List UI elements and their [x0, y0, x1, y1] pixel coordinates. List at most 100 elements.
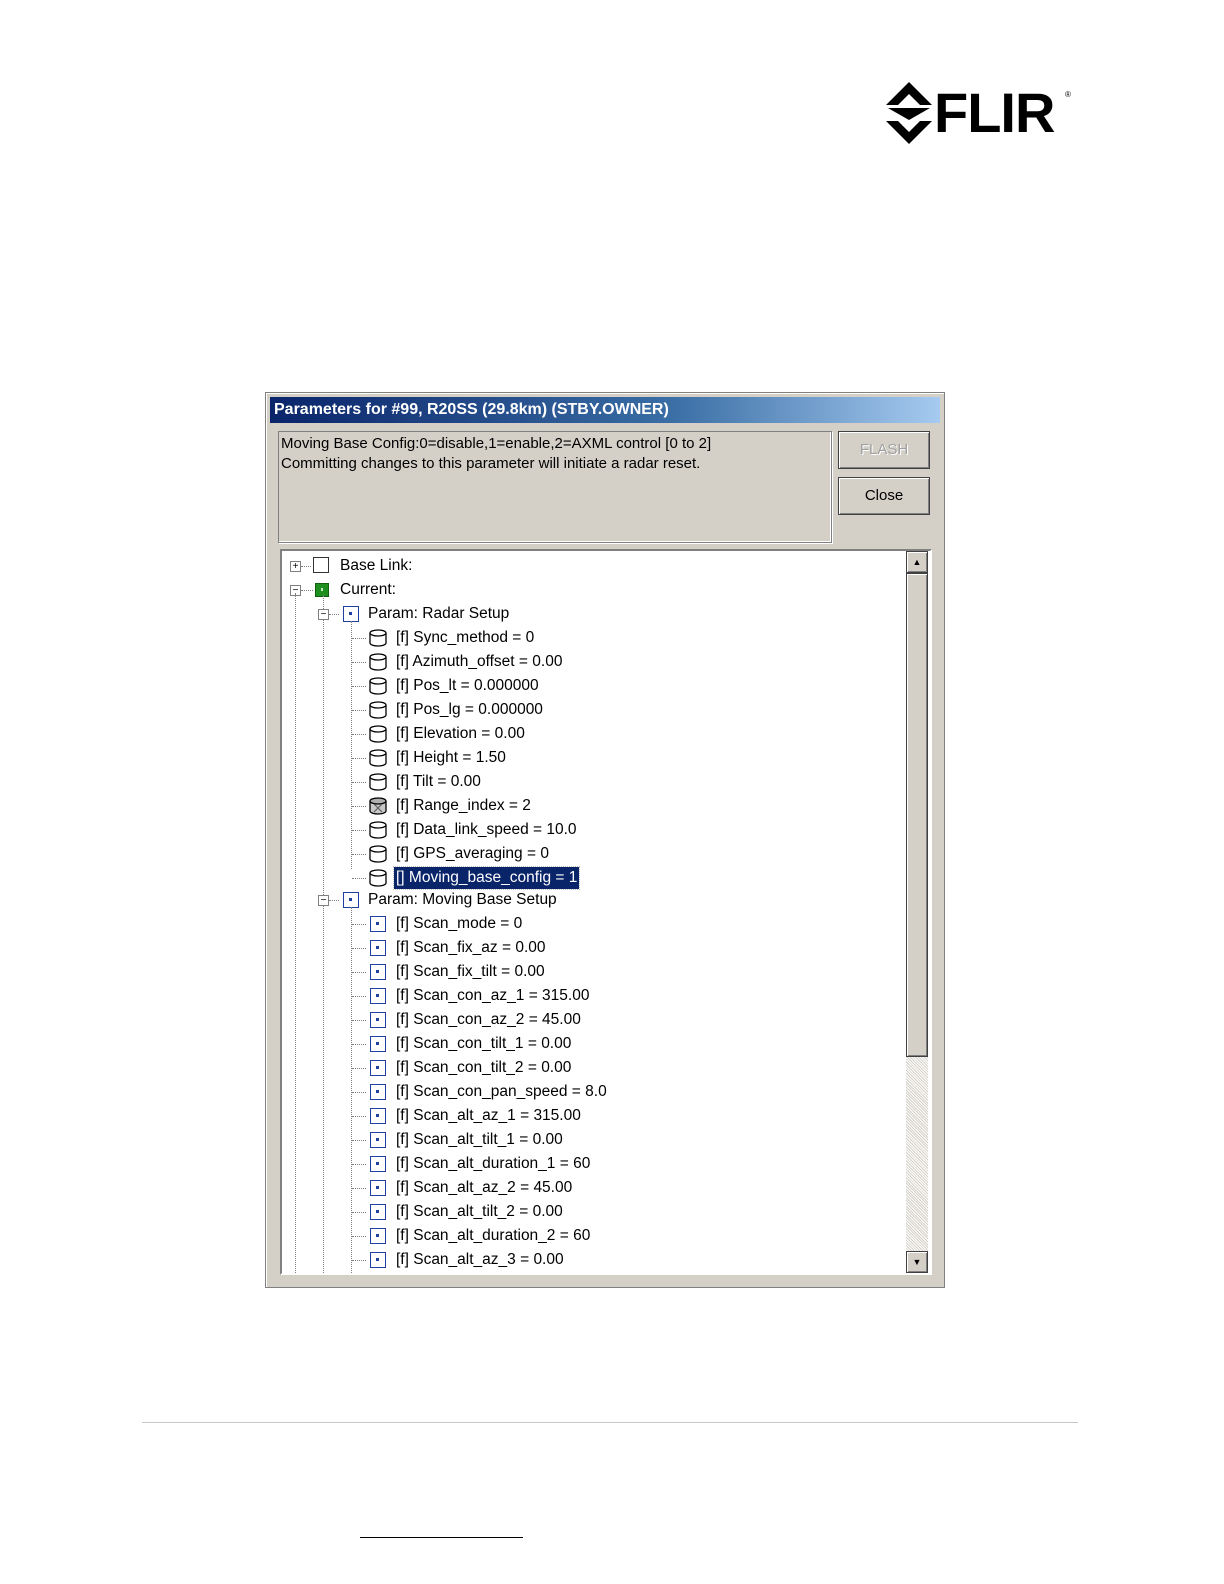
- param-value-icon: [370, 1252, 386, 1268]
- tree-vertical-scrollbar[interactable]: ▲ ▼: [906, 551, 928, 1273]
- param-value-icon: [370, 1012, 386, 1028]
- tree-param-label: [f] Scan_alt_tilt_2 = 0.00: [396, 1203, 563, 1220]
- tree-param-item[interactable]: [f] Pos_lg = 0.000000: [282, 699, 882, 721]
- param-value-icon: [370, 1228, 386, 1244]
- tree-param-label: [f] Scan_con_tilt_2 = 0.00: [396, 1059, 572, 1076]
- tree-param-item[interactable]: [] Moving_base_config = 1: [282, 866, 882, 890]
- disabled-database-icon: [369, 797, 387, 815]
- tree-param-label: [f] Pos_lt = 0.000000: [396, 677, 539, 694]
- database-icon: [369, 821, 387, 839]
- database-icon: [369, 845, 387, 863]
- tree-param-item[interactable]: [f] Range_index = 2: [282, 795, 882, 817]
- flir-wordmark: FLIR: [934, 81, 1055, 144]
- tree-param-item[interactable]: [f] Sync_method = 0: [282, 627, 882, 649]
- tree-param-label: [f] Azimuth_offset = 0.00: [396, 653, 563, 670]
- param-group-icon: [343, 892, 359, 908]
- tree-param-label: [f] Scan_alt_duration_2 = 60: [396, 1227, 591, 1244]
- database-icon: [369, 629, 387, 647]
- tree-param-item[interactable]: [f] Scan_alt_az_1 = 315.00: [282, 1105, 882, 1127]
- tree-content: + Base Link: − Current: − Param: Radar S…: [282, 551, 902, 1273]
- tree-param-label: [f] Scan_alt_az_3 = 0.00: [396, 1251, 564, 1268]
- tree-node-label: Current:: [340, 581, 396, 598]
- tree-param-label: [f] Scan_alt_az_2 = 45.00: [396, 1179, 573, 1196]
- dialog-title[interactable]: Parameters for #99, R20SS (29.8km) (STBY…: [270, 397, 940, 423]
- tree-param-label: [f] Scan_alt_tilt_1 = 0.00: [396, 1131, 563, 1148]
- tree-param-label: [f] Scan_con_az_1 = 315.00: [396, 987, 590, 1004]
- tree-node-moving-base-setup[interactable]: − Param: Moving Base Setup: [282, 889, 882, 911]
- tree-param-item[interactable]: [f] Scan_fix_az = 0.00: [282, 937, 882, 959]
- tree-param-label: [f] Scan_alt_az_1 = 315.00: [396, 1107, 581, 1124]
- tree-param-item[interactable]: [f] Pos_lt = 0.000000: [282, 675, 882, 697]
- parameter-tree[interactable]: + Base Link: − Current: − Param: Radar S…: [280, 549, 932, 1275]
- param-value-icon: [370, 964, 386, 980]
- tree-param-label: [f] Scan_con_pan_speed = 8.0: [396, 1083, 607, 1100]
- tree-param-label: [] Moving_base_config = 1: [392, 866, 581, 890]
- param-group-icon: [343, 606, 359, 622]
- param-value-icon: [370, 1132, 386, 1148]
- tree-param-item[interactable]: [f] Scan_con_az_2 = 45.00: [282, 1009, 882, 1031]
- tree-param-item[interactable]: [f] Scan_con_tilt_2 = 0.00: [282, 1057, 882, 1079]
- param-value-icon: [370, 1180, 386, 1196]
- parameter-description: Moving Base Config:0=disable,1=enable,2=…: [278, 431, 832, 543]
- collapse-minus-icon[interactable]: −: [318, 609, 329, 620]
- tree-param-item[interactable]: [f] Scan_alt_az_2 = 45.00: [282, 1177, 882, 1199]
- tree-param-item[interactable]: [f] Azimuth_offset = 0.00: [282, 651, 882, 673]
- tree-param-item[interactable]: [f] Scan_alt_duration_2 = 60: [282, 1225, 882, 1247]
- description-line-2: Committing changes to this parameter wil…: [281, 455, 701, 472]
- parameters-dialog: Parameters for #99, R20SS (29.8km) (STBY…: [265, 392, 945, 1288]
- empty-node-icon: [313, 557, 329, 573]
- close-button[interactable]: Close: [838, 477, 930, 515]
- database-icon: [369, 749, 387, 767]
- tree-node-current[interactable]: − Current:: [282, 579, 882, 601]
- scrollbar-thumb[interactable]: [906, 573, 928, 1057]
- tree-param-item[interactable]: [f] Height = 1.50: [282, 747, 882, 769]
- param-value-icon: [370, 1108, 386, 1124]
- expand-plus-icon[interactable]: +: [290, 561, 301, 572]
- tree-param-item[interactable]: [f] Tilt = 0.00: [282, 771, 882, 793]
- tree-param-item[interactable]: [f] Scan_alt_tilt_1 = 0.00: [282, 1129, 882, 1151]
- tree-param-item[interactable]: [f] Scan_con_tilt_1 = 0.00: [282, 1033, 882, 1055]
- tree-param-item[interactable]: [f] Scan_alt_tilt_2 = 0.00: [282, 1201, 882, 1223]
- tree-param-label: [f] Scan_con_az_2 = 45.00: [396, 1011, 581, 1028]
- flir-logo: FLIR ®: [884, 80, 1074, 146]
- collapse-minus-icon[interactable]: −: [318, 895, 329, 906]
- tree-node-radar-setup[interactable]: − Param: Radar Setup: [282, 603, 882, 625]
- tree-param-label: [f] Scan_fix_az = 0.00: [396, 939, 546, 956]
- registered-mark: ®: [1065, 90, 1071, 99]
- scroll-up-arrow-icon[interactable]: ▲: [906, 551, 928, 573]
- tree-param-item[interactable]: [f] Scan_alt_duration_1 = 60: [282, 1153, 882, 1175]
- tree-param-item[interactable]: [f] Scan_mode = 0: [282, 913, 882, 935]
- tree-node-label: Param: Moving Base Setup: [368, 891, 557, 908]
- tree-node-label: Param: Radar Setup: [368, 605, 510, 622]
- param-value-icon: [370, 916, 386, 932]
- flir-diamond-icon: [886, 82, 932, 144]
- tree-param-label: [f] Sync_method = 0: [396, 629, 535, 646]
- current-status-icon: [315, 583, 329, 597]
- tree-param-item[interactable]: [f] Data_link_speed = 10.0: [282, 819, 882, 841]
- param-value-icon: [370, 1084, 386, 1100]
- tree-param-item[interactable]: [f] Scan_con_pan_speed = 8.0: [282, 1081, 882, 1103]
- tree-param-item[interactable]: [f] Scan_alt_az_3 = 0.00: [282, 1249, 882, 1271]
- tree-node-label: Base Link:: [340, 557, 413, 574]
- scroll-down-arrow-icon[interactable]: ▼: [906, 1251, 928, 1273]
- tree-node-base-link[interactable]: + Base Link:: [282, 555, 882, 577]
- tree-param-label: [f] Range_index = 2: [396, 797, 531, 814]
- database-icon: [369, 677, 387, 695]
- flash-button[interactable]: FLASH: [838, 431, 930, 469]
- tree-param-label: [f] Tilt = 0.00: [396, 773, 481, 790]
- database-icon: [369, 773, 387, 791]
- description-line-1: Moving Base Config:0=disable,1=enable,2=…: [281, 435, 712, 452]
- tree-param-label: [f] Scan_alt_duration_1 = 60: [396, 1155, 591, 1172]
- tree-param-label: [f] Data_link_speed = 10.0: [396, 821, 577, 838]
- tree-param-item[interactable]: [f] Scan_fix_tilt = 0.00: [282, 961, 882, 983]
- database-icon: [369, 725, 387, 743]
- param-value-icon: [370, 1156, 386, 1172]
- footnote-rule: [360, 1537, 523, 1538]
- tree-param-label: [f] Scan_fix_tilt = 0.00: [396, 963, 545, 980]
- database-icon: [369, 653, 387, 671]
- database-icon: [369, 869, 387, 887]
- tree-param-item[interactable]: [f] Scan_con_az_1 = 315.00: [282, 985, 882, 1007]
- param-value-icon: [370, 1060, 386, 1076]
- tree-param-item[interactable]: [f] GPS_averaging = 0: [282, 843, 882, 865]
- tree-param-item[interactable]: [f] Elevation = 0.00: [282, 723, 882, 745]
